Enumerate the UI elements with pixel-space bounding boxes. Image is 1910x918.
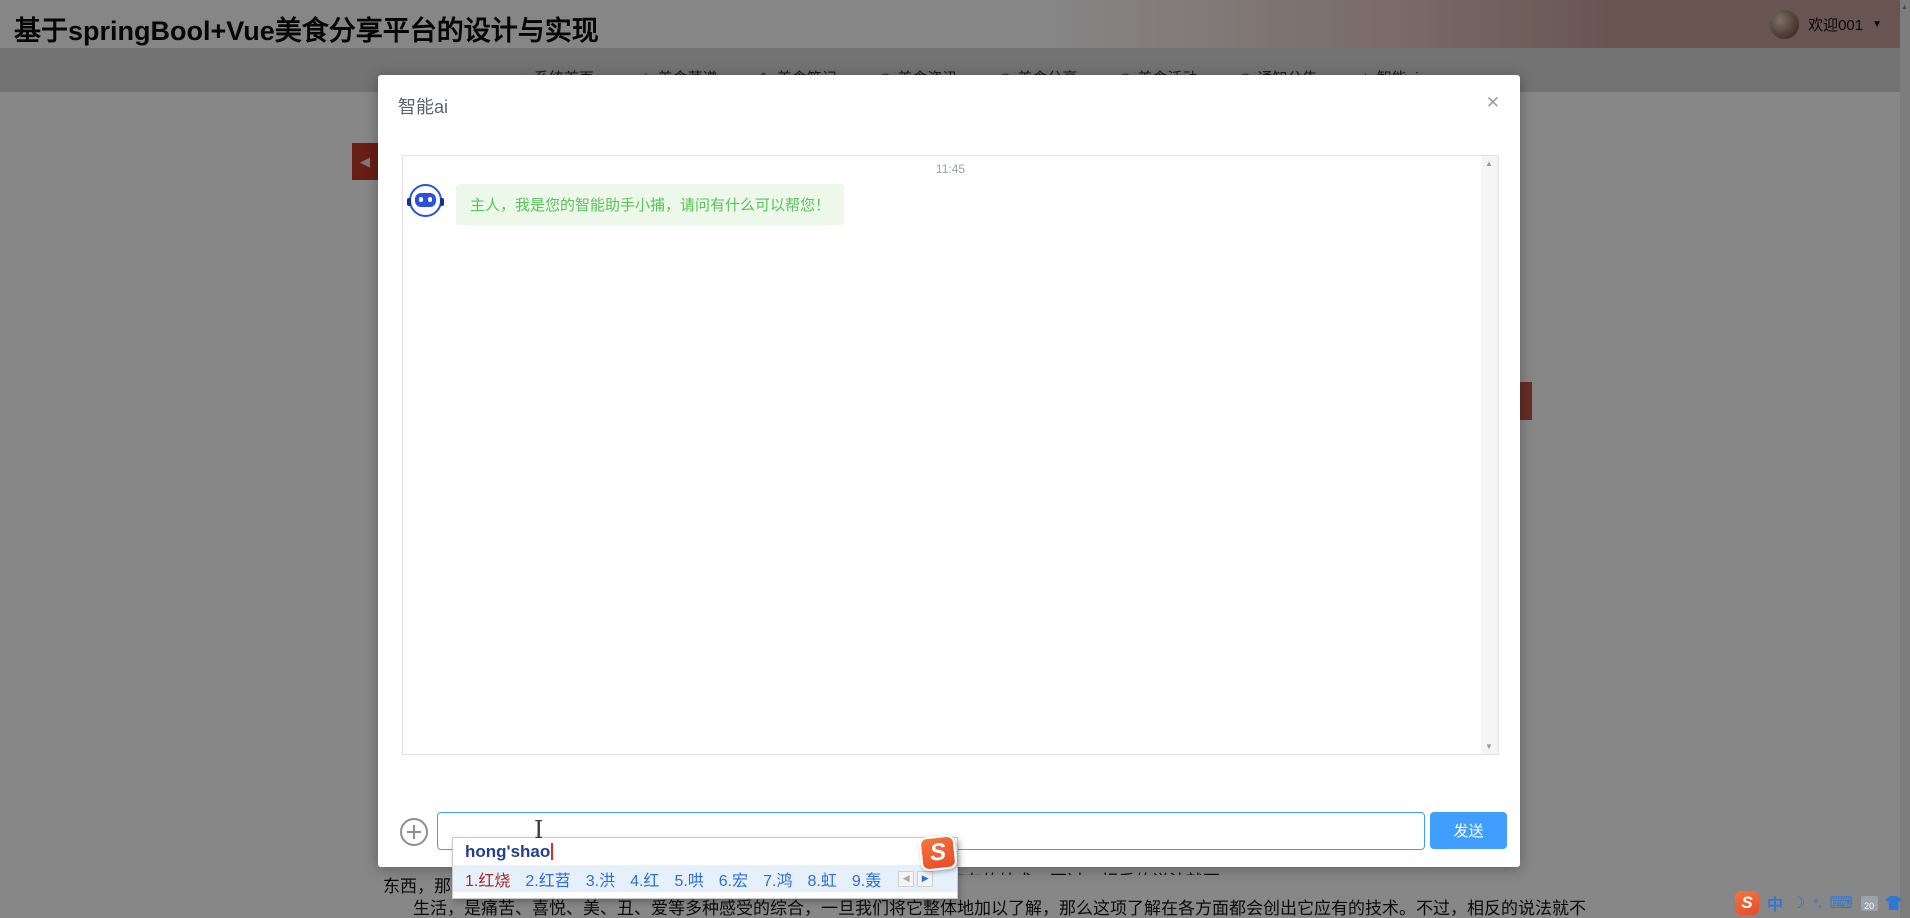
chat-scrollbar[interactable]: ▲ ▼ [1481,156,1498,754]
ime-candidate[interactable]: 7.鸿 [763,867,792,891]
ai-dialog: 智能ai ✕ 11:45 主人，我是您的智能助手小捕，请问有什么可以帮您！ ▲ … [378,75,1520,867]
ime-popup: hong'shao 1.红烧 2.红苕 3.洪 4.红 5.哄 6.宏 7.鸿 … [452,837,958,899]
ime-candidate[interactable]: 2.红苕 [525,867,570,891]
text-cursor: I [534,816,544,844]
ime-caret [551,843,554,860]
send-button[interactable]: 发送 [1430,812,1507,849]
ime-pager: ◀ ▶ [898,870,934,887]
moon-fullwidth-icon[interactable]: ☽ [1791,893,1805,913]
close-icon[interactable]: ✕ [1486,93,1500,113]
attach-plus-icon[interactable] [400,818,428,846]
ime-candidate[interactable]: 8.虹 [808,867,837,891]
bot-message-row: 主人，我是您的智能助手小捕，请问有什么可以帮您！ [407,184,845,225]
dialog-title: 智能ai [398,97,449,117]
ime-candidate-row: 1.红烧 2.红苕 3.洪 4.红 5.哄 6.宏 7.鸿 8.虹 9.轰 ◀ … [453,865,957,892]
ime-candidate[interactable]: 1.红烧 [465,867,510,891]
punctuation-icon[interactable]: °, [1813,896,1821,910]
sogou-logo-icon[interactable]: S [1735,891,1759,915]
chinese-mode-icon[interactable]: 中 [1767,891,1783,915]
screen: 基于springBool+Vue美食分享平台的设计与实现 欢迎001 ▼ ⌂ 系… [0,0,1910,918]
ime-candidate[interactable]: 4.红 [630,867,659,891]
ime-prev-page-icon[interactable]: ◀ [898,870,915,887]
ime-taskbar: S 中 ☽ °, ⌨ 20 ⚒ [1735,890,1910,916]
keyboard-icon[interactable]: ⌨ [1830,893,1853,913]
ime-candidate[interactable]: 9.轰 [852,867,881,891]
bot-message-bubble: 主人，我是您的智能助手小捕，请问有什么可以帮您！ [456,184,845,225]
ime-next-page-icon[interactable]: ▶ [917,870,934,887]
ime-candidate[interactable]: 3.洪 [586,867,615,891]
notification-badge[interactable]: 20 [1860,895,1878,911]
ime-candidate[interactable]: 6.宏 [719,867,748,891]
sogou-logo-icon: S [918,834,958,872]
chat-history-panel: 11:45 主人，我是您的智能助手小捕，请问有什么可以帮您！ ▲ ▼ [402,155,1499,755]
scroll-down-icon[interactable]: ▼ [1485,742,1493,751]
message-timestamp: 11:45 [935,162,966,176]
ime-candidate[interactable]: 5.哄 [674,867,703,891]
scroll-up-icon[interactable]: ▲ [1485,159,1493,168]
robot-avatar-icon [407,184,444,217]
skin-tshirt-icon[interactable] [1885,896,1902,910]
ime-composing-text: hong'shao [465,842,554,862]
